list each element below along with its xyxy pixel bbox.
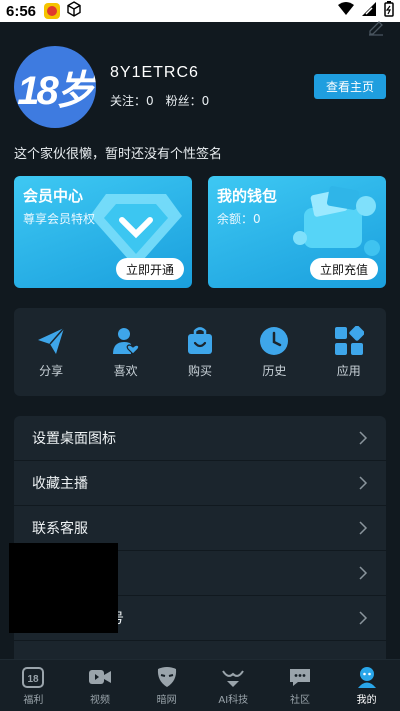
redacted-block (9, 543, 118, 633)
status-bar: 6:56 (0, 0, 400, 22)
open-vip-button[interactable]: 立即开通 (115, 258, 184, 280)
shortcut-purchase[interactable]: 购买 (170, 326, 230, 379)
chat-bubble-icon (289, 669, 310, 686)
shopping-bag-icon (187, 326, 212, 354)
signal-icon (362, 2, 376, 20)
shortcut-history[interactable]: 历史 (244, 326, 304, 379)
fans-count[interactable]: 粉丝：0 (166, 92, 210, 109)
user-heart-icon (112, 327, 139, 355)
shortcut-label: 分享 (39, 363, 64, 378)
shortcut-like[interactable]: 喜欢 (96, 326, 156, 379)
tab-ai-tech[interactable]: AI科技 (203, 665, 263, 706)
wallet-card-title: 我的钱包 (217, 187, 278, 205)
chevron-right-icon (359, 611, 368, 625)
shortcut-label: 喜欢 (113, 363, 138, 378)
tab-video[interactable]: 视频 (70, 665, 130, 706)
tab-label: 视频 (89, 695, 110, 706)
apps-icon (334, 325, 364, 355)
vip-card-subtitle: 尊享会员特权 (23, 212, 96, 226)
menu-item-label: 设置桌面图标 (32, 431, 116, 447)
menu-item-label: 联系客服 (32, 521, 88, 537)
recharge-button[interactable]: 立即充值 (309, 258, 378, 280)
chevron-right-icon (359, 431, 368, 445)
battery-icon (384, 1, 394, 21)
bottom-tab-bar: 18 福利 视频 暗网 AI科技 社区 我的 (0, 659, 400, 711)
shortcut-panel: 分享 喜欢 购买 历史 应用 (14, 308, 386, 396)
ai-bikini-icon (222, 670, 245, 687)
chevron-right-icon (359, 566, 368, 580)
view-homepage-button[interactable]: 查看主页 (314, 74, 386, 99)
tab-mine[interactable]: 我的 (337, 665, 397, 706)
edit-icon[interactable] (368, 20, 384, 40)
tab-label: 福利 (23, 695, 44, 706)
shortcut-label: 历史 (262, 363, 287, 378)
menu-item-desktop-icon[interactable]: 设置桌面图标 (14, 416, 386, 460)
svg-text:18: 18 (28, 674, 40, 685)
tab-welfare[interactable]: 18 福利 (3, 665, 63, 706)
status-time: 6:56 (6, 2, 37, 20)
signature: 这个家伙很懒，暂时还没有个性签名 (14, 147, 223, 162)
following-count[interactable]: 关注：0 (110, 92, 154, 109)
shortcut-label: 应用 (336, 363, 361, 378)
tab-label: 我的 (356, 695, 377, 706)
wallet-illustration-icon (293, 186, 380, 256)
shortcut-share[interactable]: 分享 (21, 326, 81, 379)
vip-center-card[interactable]: 会员中心 尊享会员特权 立即开通 (14, 176, 192, 288)
app-notification-icon (44, 3, 61, 19)
follow-stats: 关注：0 粉丝：0 (110, 92, 209, 109)
avatar[interactable]: 18岁 (14, 46, 96, 128)
tab-label: 社区 (289, 695, 310, 706)
wallet-card[interactable]: 我的钱包 余额：0 立即充值 (208, 176, 386, 288)
profile-icon (357, 667, 376, 688)
tab-darkweb[interactable]: 暗网 (137, 665, 197, 706)
shortcut-label: 购买 (187, 363, 212, 378)
tab-community[interactable]: 社区 (270, 665, 330, 706)
tab-label: AI科技 (218, 695, 249, 706)
chevron-right-icon (359, 476, 368, 490)
chevron-right-icon (359, 521, 368, 535)
clock-icon (260, 326, 289, 355)
cube-icon (66, 1, 82, 21)
wallet-balance: 余额：0 (217, 212, 261, 226)
vip-card-title: 会员中心 (23, 187, 84, 205)
username: 8Y1ETRC6 (110, 64, 199, 81)
menu-item-label: 收藏主播 (32, 476, 88, 492)
tab-label: 暗网 (156, 695, 177, 706)
welfare-18-icon: 18 (22, 667, 45, 688)
mask-icon (157, 667, 176, 687)
wifi-icon (338, 2, 354, 20)
menu-item-favorite-hosts[interactable]: 收藏主播 (14, 461, 386, 505)
avatar-logo: 18岁 (17, 69, 95, 113)
shortcut-apps[interactable]: 应用 (319, 325, 379, 379)
paper-plane-icon (38, 327, 65, 354)
video-camera-icon (88, 670, 111, 684)
